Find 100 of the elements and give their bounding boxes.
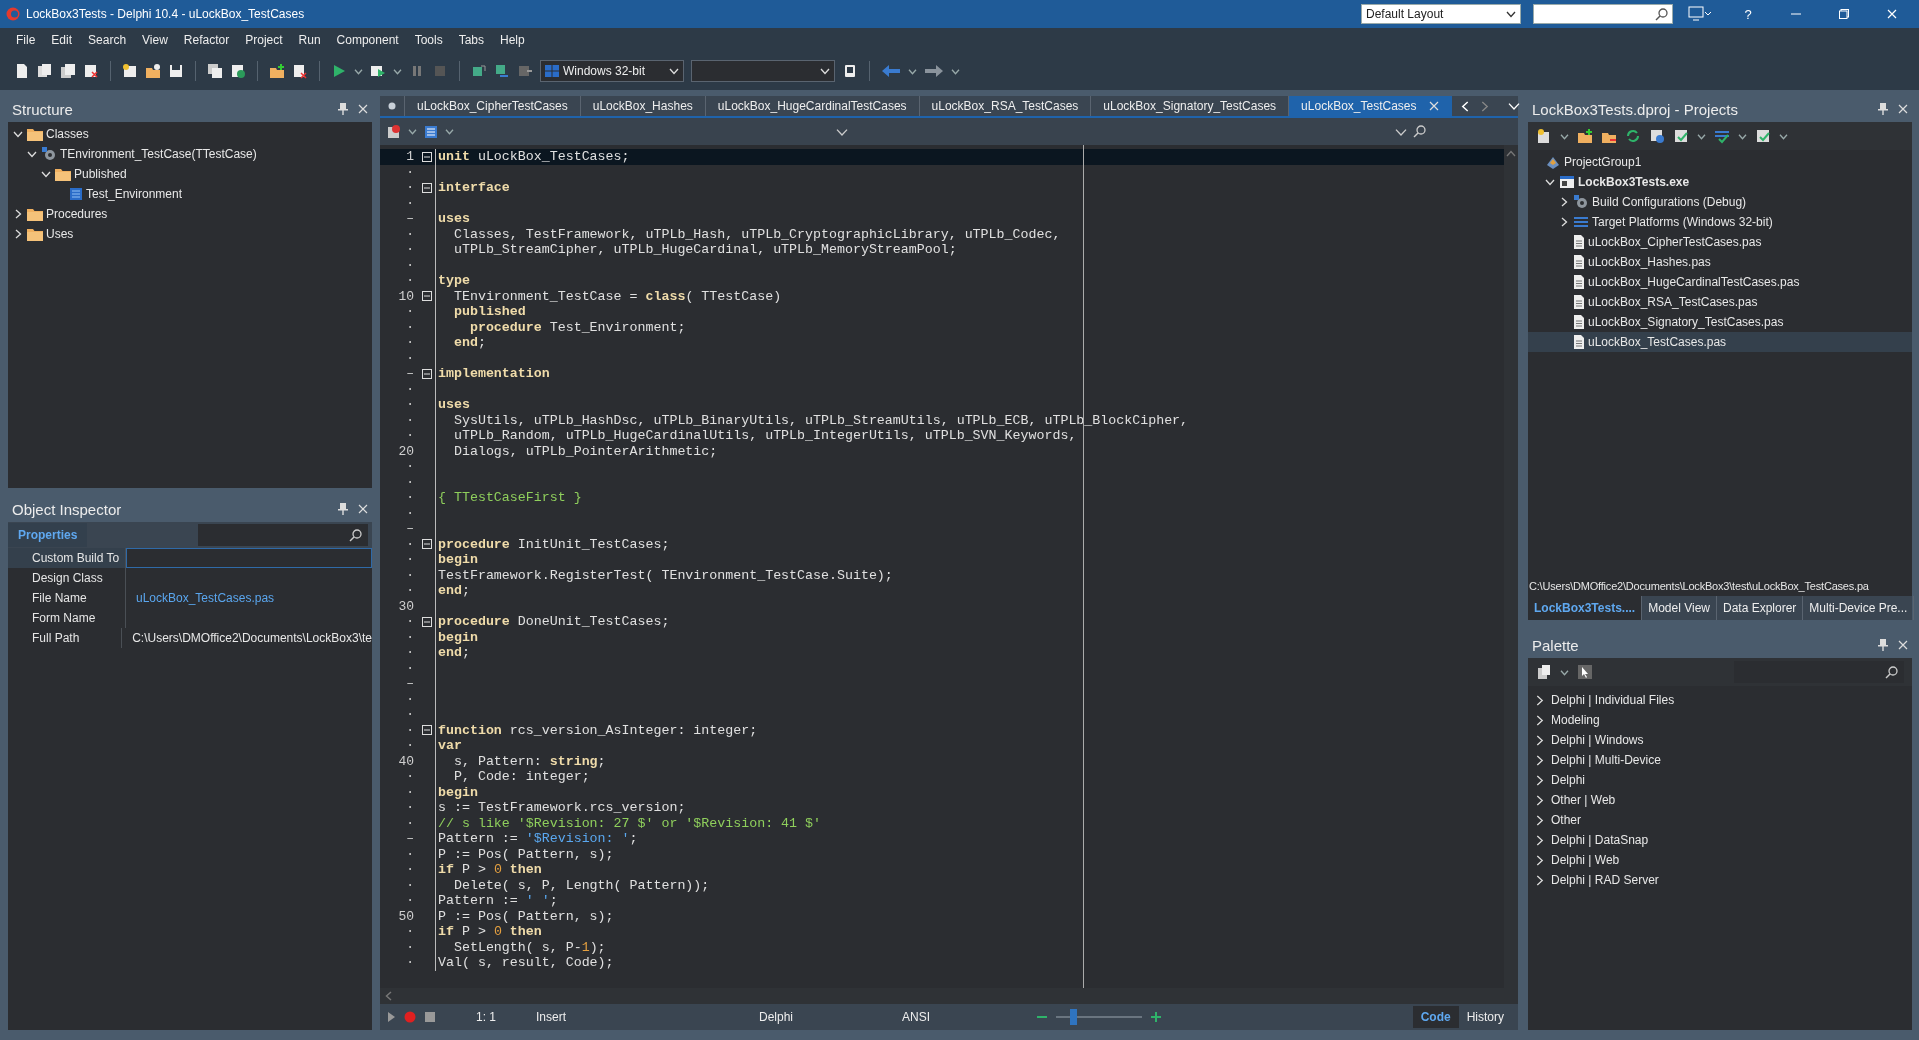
menu-item[interactable]: File [8, 33, 44, 47]
expand-icon[interactable] [1534, 754, 1545, 766]
property-name[interactable]: Full Path [8, 628, 123, 648]
palette-category[interactable]: Delphi [1528, 770, 1912, 790]
tab-list-icon[interactable] [1507, 100, 1520, 112]
menu-item[interactable]: Help [492, 33, 533, 47]
run-to-cursor-icon[interactable] [517, 63, 533, 79]
menu-item[interactable]: Tabs [450, 33, 492, 47]
pointer-icon[interactable] [1577, 664, 1593, 680]
scroll-up-icon[interactable] [1506, 149, 1516, 159]
caret-icon[interactable] [908, 66, 917, 76]
pin-icon[interactable] [338, 503, 348, 515]
caret-icon[interactable] [1779, 131, 1788, 141]
menu-item[interactable]: Run [290, 33, 329, 47]
layout-dropdown[interactable]: Default Layout [1361, 4, 1521, 24]
trace-icon[interactable] [494, 63, 510, 79]
value-field[interactable] [126, 548, 372, 568]
tree-item[interactable]: TEnvironment_TestCase(TTestCase) [8, 144, 372, 164]
pin-icon[interactable] [1878, 639, 1888, 651]
close-icon[interactable] [1428, 101, 1439, 111]
tree-item[interactable]: Classes [8, 124, 372, 144]
menu-item[interactable]: Edit [43, 33, 81, 47]
refresh-icon[interactable] [230, 63, 246, 79]
tree-item[interactable]: uLockBox_Signatory_TestCases.pas [1528, 312, 1912, 332]
tree-item[interactable]: Uses [8, 224, 372, 244]
save-icon[interactable] [168, 63, 184, 79]
fold-icon[interactable] [421, 291, 432, 302]
tree-item[interactable]: LockBox3Tests.exe [1528, 172, 1912, 192]
add-folder-icon[interactable] [1577, 128, 1593, 144]
forward-icon[interactable] [924, 63, 944, 79]
zoom-in-icon[interactable] [1150, 1011, 1162, 1023]
property-name[interactable]: Design Class [8, 568, 126, 588]
remove-file-icon[interactable] [292, 63, 308, 79]
search-icon[interactable] [1655, 7, 1668, 21]
editor-tab[interactable]: uLockBox_CipherTestCases [405, 96, 581, 116]
tree-item[interactable]: uLockBox_RSA_TestCases.pas [1528, 292, 1912, 312]
menu-item[interactable]: Component [328, 33, 407, 47]
expand-icon[interactable] [1534, 774, 1545, 786]
caret-icon[interactable] [445, 127, 454, 136]
caret-icon[interactable] [1738, 131, 1747, 141]
panel-tab[interactable]: Model View [1642, 596, 1717, 620]
search-icon[interactable] [1885, 665, 1898, 679]
expand-icon[interactable] [1534, 814, 1545, 826]
new-items-icon[interactable] [37, 63, 53, 79]
play-macro-icon[interactable] [386, 1011, 396, 1023]
editor-tab[interactable]: uLockBox_Hashes [580, 96, 706, 116]
new-item-icon[interactable] [1536, 128, 1552, 144]
caret-icon[interactable] [1697, 131, 1706, 141]
caret-icon[interactable] [393, 66, 402, 76]
menu-item[interactable]: View [134, 33, 176, 47]
scroll-left-icon[interactable] [384, 991, 394, 1001]
vertical-scrollbar[interactable] [1504, 145, 1518, 988]
methods-list-icon[interactable] [423, 123, 439, 140]
tree-item[interactable]: Published [8, 164, 372, 184]
palette-category[interactable]: Modeling [1528, 710, 1912, 730]
palette-category[interactable]: Delphi | Windows [1528, 730, 1912, 750]
expand-icon[interactable] [1534, 794, 1545, 806]
close-icon[interactable] [1898, 104, 1908, 114]
tree-item[interactable]: Target Platforms (Windows 32-bit) [1528, 212, 1912, 232]
tree-item[interactable]: Procedures [8, 204, 372, 224]
fold-icon[interactable] [421, 616, 432, 627]
close-icon[interactable] [358, 104, 368, 114]
new-file-icon[interactable] [14, 63, 30, 79]
collapse-icon[interactable] [1545, 177, 1555, 187]
build-icon[interactable] [1649, 128, 1665, 144]
monitor-settings-icon[interactable] [1688, 6, 1712, 22]
palette-category[interactable]: Other [1528, 810, 1912, 830]
expand-icon[interactable] [1534, 834, 1545, 846]
search-icon[interactable] [349, 528, 362, 542]
close-file-icon[interactable] [83, 63, 99, 79]
platform-dropdown[interactable]: Windows 32-bit [540, 60, 684, 82]
maximize-icon[interactable] [1839, 9, 1849, 19]
caret-icon[interactable] [1560, 667, 1569, 677]
menu-item[interactable]: Project [237, 33, 291, 47]
device-icon[interactable] [842, 63, 858, 79]
add-file-icon[interactable] [269, 63, 285, 79]
check-list-icon[interactable] [1755, 128, 1771, 144]
panel-tab[interactable]: Data Explorer [1716, 596, 1804, 620]
tree-item[interactable]: Test_Environment [8, 184, 372, 204]
run-without-debugging-icon[interactable] [370, 63, 386, 79]
save-all-icon[interactable] [207, 63, 223, 79]
properties-tab[interactable]: Properties [8, 523, 88, 547]
expand-icon[interactable] [1534, 714, 1545, 726]
caret-icon[interactable] [354, 66, 363, 76]
fold-icon[interactable] [421, 182, 432, 193]
editor-tab[interactable]: uLockBox_RSA_TestCases [919, 96, 1092, 116]
editor-tab[interactable]: uLockBox_TestCases [1289, 96, 1452, 116]
class-explorer-icon[interactable] [386, 123, 402, 140]
close-icon[interactable] [1898, 640, 1908, 650]
fold-icon[interactable] [421, 539, 432, 550]
categories-icon[interactable] [1536, 664, 1552, 680]
caret-icon[interactable] [408, 127, 417, 136]
tree-item[interactable]: uLockBox_HugeCardinalTestCases.pas [1528, 272, 1912, 292]
palette-category[interactable]: Delphi | Web [1528, 850, 1912, 870]
step-icon[interactable] [471, 63, 487, 79]
editor-tab[interactable]: uLockBox_HugeCardinalTestCases [705, 96, 920, 116]
expand-icon[interactable] [1534, 694, 1545, 706]
expand-icon[interactable] [1534, 874, 1545, 886]
open-project-icon[interactable] [145, 63, 161, 79]
panel-tab[interactable]: Multi-Device Pre... [1803, 596, 1915, 620]
